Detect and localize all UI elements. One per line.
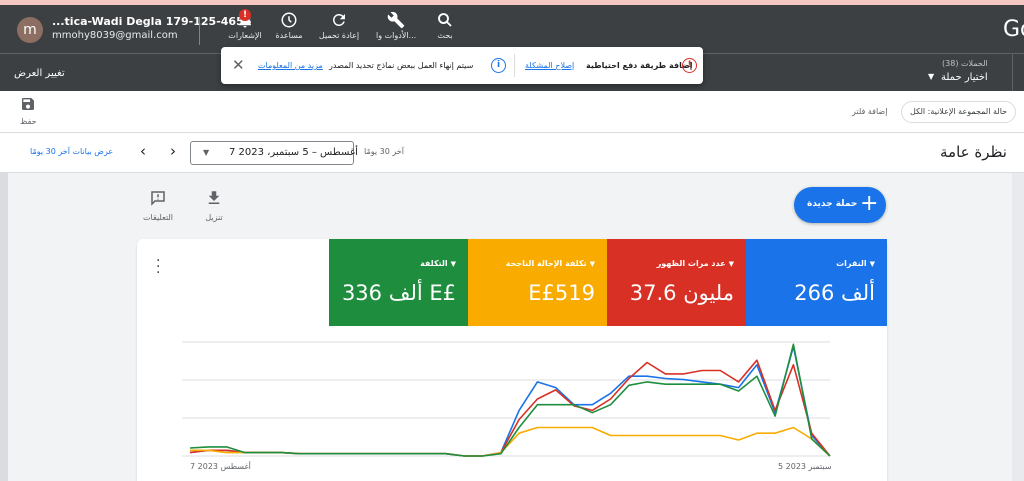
performance-line-chart [182,341,831,457]
side-panel-edge [1012,54,1024,92]
refresh-button[interactable]: إعادة تحميل [316,9,362,49]
tools-button[interactable]: الأدوات وا... [376,9,416,49]
help-button[interactable]: مساعدة [271,9,307,49]
chevron-right-icon[interactable]: › [170,142,176,160]
download-label: تنزيل [205,213,223,222]
metric-impressions-label: عدد مرات الظهور [656,259,726,268]
overview-header: عرض بيانات آخر 30 يومًا ‹ › ▼ 7 أغسطس – … [0,133,1024,173]
metric-impressions[interactable]: عدد مرات الظهور ▼ 37.6 مليون [607,239,746,326]
metric-cost[interactable]: التكلفة ▼ 336 ألف E£ [329,239,468,326]
new-campaign-label: حملة جديدة [807,199,858,209]
metric-cost-value: 336 ألف E£ [341,281,456,305]
comments-button[interactable]: التعليقات [143,189,173,222]
download-icon [208,191,220,204]
range-label: آخر 30 يومًا [364,147,404,156]
ad-group-status-filter[interactable]: حالة المجموعة الإعلانية: الكل [901,101,1017,123]
avatar[interactable]: m [17,17,43,43]
metric-cost-per-conversion-value: E£519 [528,281,595,305]
help-icon [281,12,297,28]
top-app-bar: m ...tica-Wadi Degla 179-125-4656 mmohy8… [0,5,1024,53]
refresh-icon [332,13,345,26]
metric-cost-per-conversion[interactable]: تكلفة الإحالة الناجحة ▼ E£519 [468,239,607,326]
new-campaign-button[interactable]: + حملة جديدة [794,187,886,223]
google-ads-logo: Go [1003,17,1024,42]
search-icon [438,13,452,27]
chevron-left-icon[interactable]: ‹ [140,142,146,160]
chevron-down-icon: ▼ [728,260,734,268]
wrench-icon [387,11,405,29]
close-icon[interactable]: ✕ [232,56,245,74]
account-name[interactable]: ...tica-Wadi Degla 179-125-4656 [52,15,251,28]
more-options-icon[interactable]: · · · [156,254,160,280]
add-filter-button[interactable]: إضافة فلتر [852,107,887,116]
search-button[interactable]: بحث [430,9,460,49]
metric-clicks[interactable]: النقرات ▼ 266 ألف [746,239,887,326]
date-range-value: 7 أغسطس – 5 سبتمبر، 2023 [229,147,358,158]
comments-label: التعليقات [143,213,174,222]
refresh-label: إعادة تحميل [318,31,360,40]
tools-label: الأدوات وا... [376,31,417,40]
info-icon: i [491,58,506,73]
date-range-picker[interactable]: ▼ 7 أغسطس – 5 سبتمبر، 2023 [190,141,358,165]
search-label: بحث [437,31,453,40]
save-bar: حفظ إضافة فلتر حالة المجموعة الإعلانية: … [0,91,1024,133]
alert-banner: ✕ مزيد من المعلومات سيتم إنهاء العمل ببع… [221,47,703,84]
save-icon [22,98,35,110]
account-email: mmohy8039@gmail.com [52,30,178,41]
chevron-down-icon[interactable]: ▼ [928,72,934,81]
info-message: سيتم إنهاء العمل ببعض نماذج تحديد المصدر [329,61,474,70]
save-label: حفظ [20,117,37,126]
scrollbar[interactable] [1012,173,1024,481]
page-title: نظرة عامة [940,143,1007,161]
notifications-button[interactable]: ! الإشعارات [226,9,264,49]
campaigns-caption: الحملات (38) [942,59,988,68]
help-label: مساعدة [275,31,303,40]
learn-more-link[interactable]: مزيد من المعلومات [258,61,323,70]
comment-icon [151,191,165,206]
metric-cost-per-conversion-label: تكلفة الإحالة الناجحة [505,259,587,268]
error-icon: ! [682,58,697,73]
error-message: إضافة طريقة دفع احتياطية [586,61,693,70]
fix-problem-link[interactable]: إصلاح المشكلة [525,61,574,70]
x-axis-start-label: 7 أغسطس 2023 [190,462,251,471]
change-view-button[interactable]: تغيير العرض [14,68,65,79]
x-axis-end-label: 5 سبتمبر 2023 [778,462,832,471]
divider [514,54,515,77]
campaign-select[interactable]: اختيار حملة [941,72,988,83]
divider [199,17,200,45]
notifications-badge: ! [239,9,251,21]
plus-icon: + [860,191,879,216]
notifications-label: الإشعارات [228,31,262,40]
metric-clicks-value: 266 ألف [794,281,875,305]
chevron-down-icon: ▼ [450,260,456,268]
metric-impressions-value: 37.6 مليون [629,281,734,305]
view-last-30-days-link[interactable]: عرض بيانات آخر 30 يومًا [30,147,113,156]
download-button[interactable]: تنزيل [199,189,229,222]
chevron-down-icon: ▼ [869,260,875,268]
chevron-down-icon: ▼ [589,260,595,268]
metric-cost-label: التكلفة [420,259,448,268]
chevron-down-icon: ▼ [203,148,210,157]
metric-clicks-label: النقرات [836,259,867,268]
left-panel-edge [0,173,8,481]
save-button[interactable]: حفظ [20,96,37,126]
